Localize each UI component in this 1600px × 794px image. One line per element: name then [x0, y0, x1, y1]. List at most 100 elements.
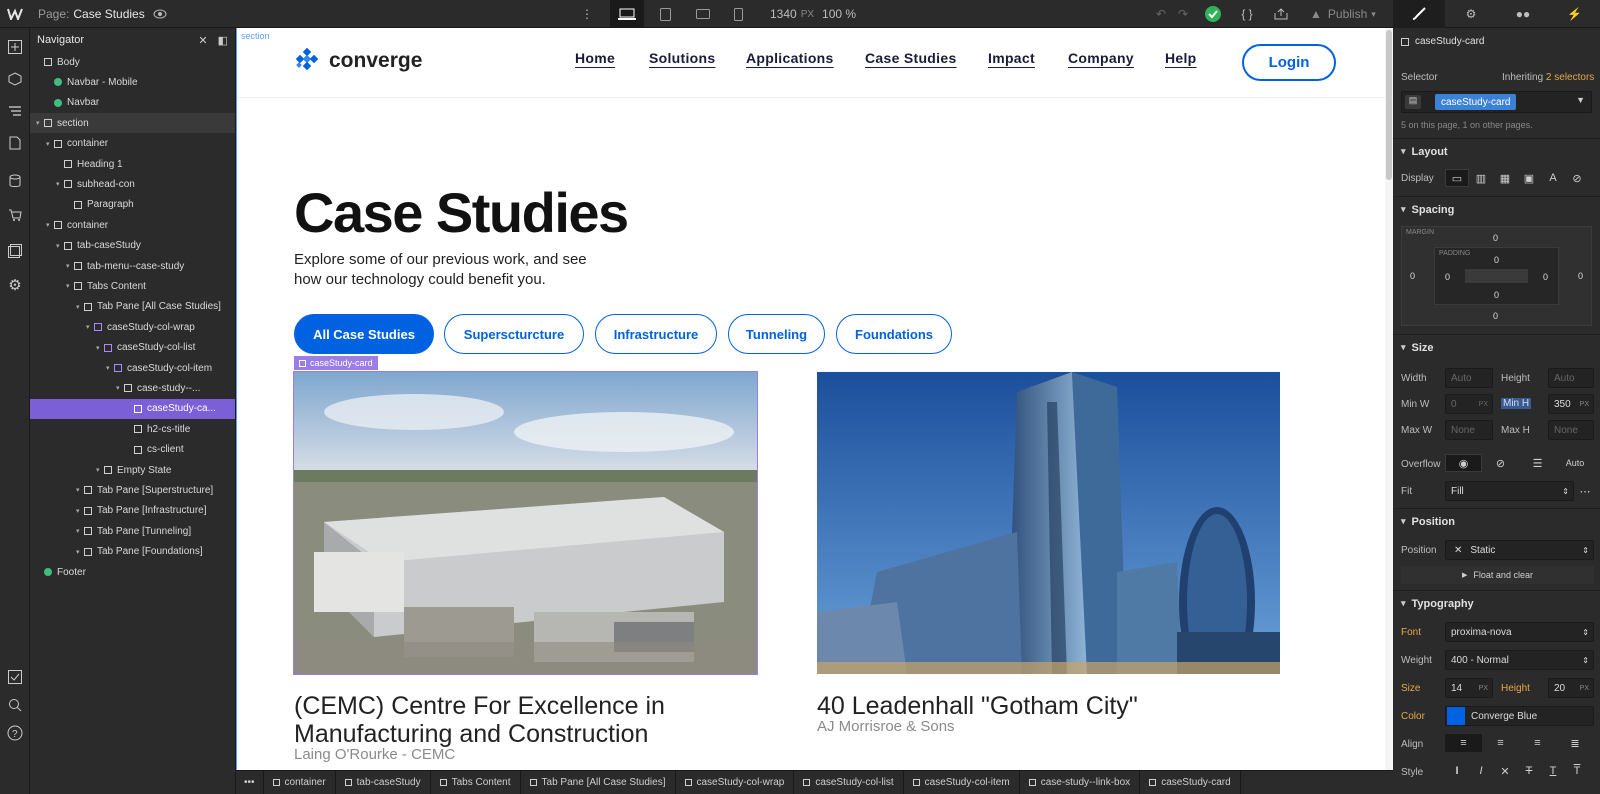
padding-left-value[interactable]: 0	[1445, 272, 1450, 282]
display-inline-icon[interactable]: A	[1541, 169, 1565, 187]
height-field[interactable]: Auto	[1548, 368, 1594, 388]
underline-icon[interactable]: T	[1541, 762, 1565, 780]
expand-arrow-icon[interactable]: ▾	[96, 344, 104, 352]
overline-icon[interactable]: T	[1565, 762, 1589, 780]
card-title-cemc[interactable]: (CEMC) Centre For Excellence in Manufact…	[294, 692, 734, 748]
strikethrough-icon[interactable]: T	[1517, 762, 1541, 780]
color-swatch[interactable]	[1447, 707, 1465, 725]
design-canvas[interactable]: section converge Home Solutions Applicat…	[236, 28, 1393, 770]
overflow-auto-option[interactable]: Auto	[1556, 454, 1594, 472]
navigator-item[interactable]: ▾ tab-menu--case-study	[30, 256, 235, 276]
align-right-icon[interactable]: ≡	[1519, 734, 1556, 752]
navigator-item[interactable]: cs-client	[30, 440, 235, 460]
expand-arrow-icon[interactable]: ▾	[76, 507, 84, 515]
dock-panel-icon[interactable]: ◧	[218, 34, 228, 47]
align-center-icon[interactable]: ≡	[1482, 734, 1519, 752]
inheriting-count[interactable]: 2 selectors	[1546, 72, 1594, 83]
navigator-item[interactable]: ▾ caseStudy-col-item	[30, 358, 235, 378]
padding-box[interactable]: PADDING 0 0 0 0	[1434, 247, 1559, 305]
navigator-item[interactable]: ▾ Tab Pane [Superstructure]	[30, 480, 235, 500]
expand-arrow-icon[interactable]: ▾	[36, 119, 44, 127]
menu-help[interactable]: Help	[1165, 50, 1197, 66]
navigator-icon[interactable]	[0, 98, 30, 124]
menu-applications[interactable]: Applications	[746, 50, 834, 66]
position-section-header[interactable]: Position	[1393, 508, 1600, 534]
code-braces-icon[interactable]: { }	[1236, 0, 1258, 28]
lightning-icon[interactable]: ⚡	[1549, 0, 1600, 28]
menu-home[interactable]: Home	[575, 50, 615, 66]
expand-arrow-icon[interactable]: ▾	[76, 303, 84, 311]
selector-chip[interactable]: caseStudy-card	[1435, 94, 1517, 110]
expand-arrow-icon[interactable]: ▾	[46, 221, 54, 229]
weight-select[interactable]: 400 - Normal ⇕	[1445, 650, 1594, 670]
navigator-item[interactable]: ▾ caseStudy-col-list	[30, 338, 235, 358]
card-title-leadenhall[interactable]: 40 Leadenhall "Gotham City"	[817, 692, 1257, 720]
expand-arrow-icon[interactable]: ▾	[76, 486, 84, 494]
login-button[interactable]: Login	[1242, 44, 1336, 81]
font-size-field[interactable]: 14 PX	[1445, 678, 1493, 698]
breadcrumb-item[interactable]: Tabs Content	[431, 770, 521, 794]
margin-left-value[interactable]: 0	[1410, 271, 1415, 281]
case-study-card-image-leadenhall[interactable]	[817, 372, 1280, 674]
selector-dropdown-icon[interactable]: ▼	[1576, 95, 1585, 105]
breadcrumb-item[interactable]: tab-caseStudy	[336, 770, 431, 794]
expand-arrow-icon[interactable]: ▾	[76, 548, 84, 556]
no-decoration-icon[interactable]: ✕	[1493, 762, 1517, 780]
expand-arrow-icon[interactable]: ▾	[116, 384, 124, 392]
navigator-item[interactable]: Paragraph	[30, 195, 235, 215]
size-section-header[interactable]: Size	[1393, 334, 1600, 360]
breadcrumb-item[interactable]: caseStudy-col-list	[794, 770, 904, 794]
color-field[interactable]: Converge Blue	[1445, 706, 1594, 726]
navigator-item[interactable]: ▾ container	[30, 134, 235, 154]
desktop-breakpoint-icon[interactable]	[610, 0, 644, 28]
margin-bottom-value[interactable]: 0	[1493, 311, 1498, 321]
display-grid-icon[interactable]: ▦	[1493, 169, 1517, 187]
navigator-item[interactable]: ▾ Tab Pane [All Case Studies]	[30, 297, 235, 317]
breadcrumb-item[interactable]: case-study--link-box	[1020, 770, 1141, 794]
settings-gear-icon[interactable]: ⚙	[1445, 0, 1497, 28]
navigator-item[interactable]: ▾ container	[30, 215, 235, 235]
expand-arrow-icon[interactable]: ▾	[66, 282, 74, 290]
navigator-item[interactable]: ▾ Tab Pane [Infrastructure]	[30, 501, 235, 521]
navigator-item[interactable]: caseStudy-ca...	[30, 398, 235, 419]
selector-field[interactable]: ▤ caseStudy-card ▼	[1401, 91, 1592, 113]
spacing-section-header[interactable]: Spacing	[1393, 196, 1600, 222]
navigator-item[interactable]: ▾ Tabs Content	[30, 276, 235, 296]
padding-bottom-value[interactable]: 0	[1494, 290, 1499, 300]
navigator-item[interactable]: ▾ Tab Pane [Tunneling]	[30, 521, 235, 541]
assets-images-icon[interactable]	[0, 238, 30, 264]
navigator-item[interactable]: h2-cs-title	[30, 419, 235, 439]
navigator-item[interactable]: Navbar - Mobile	[30, 72, 235, 92]
navigator-item[interactable]: ▾ section	[30, 113, 235, 134]
fit-select[interactable]: Fill ⇕	[1445, 481, 1574, 501]
breadcrumb-more-icon[interactable]: •••	[236, 770, 264, 794]
webflow-logo-icon[interactable]	[0, 0, 30, 28]
navigator-item[interactable]: Footer	[30, 562, 235, 582]
typography-section-header[interactable]: Typography	[1393, 590, 1600, 616]
mobile-portrait-icon[interactable]	[728, 0, 748, 28]
help-icon[interactable]: ?	[0, 720, 30, 746]
page-selector[interactable]: Page: Case Studies	[38, 0, 145, 28]
symbols-cube-icon[interactable]	[0, 66, 30, 92]
case-study-card-image-cemc[interactable]	[293, 371, 758, 675]
filter-tunneling[interactable]: Tunneling	[728, 314, 825, 354]
navigator-item[interactable]: ▾ Tab Pane [Foundations]	[30, 542, 235, 562]
min-width-field[interactable]: 0 PX	[1445, 394, 1493, 414]
max-width-field[interactable]: None	[1445, 420, 1493, 440]
align-justify-icon[interactable]: ≣	[1556, 734, 1594, 752]
min-height-field[interactable]: 350 PX	[1548, 394, 1594, 414]
overflow-scroll-icon[interactable]: ☰	[1519, 454, 1556, 472]
filter-superstructure[interactable]: Superscturcture	[444, 314, 584, 354]
overflow-hidden-icon[interactable]: ⊘	[1482, 454, 1519, 472]
position-select[interactable]: ✕ Static ⇕	[1445, 540, 1594, 560]
navigator-item[interactable]: ▾ Empty State	[30, 460, 235, 480]
navigator-item[interactable]: ▾ case-study--...	[30, 378, 235, 398]
converge-logo[interactable]: converge	[294, 47, 422, 75]
expand-arrow-icon[interactable]: ▾	[106, 364, 114, 372]
publish-button[interactable]: ▲ Publish ▾	[1310, 0, 1376, 28]
expand-arrow-icon[interactable]: ▾	[46, 140, 54, 148]
breadcrumb-item[interactable]: Tab Pane [All Case Studies]	[521, 770, 676, 794]
expand-arrow-icon[interactable]: ▾	[66, 262, 74, 270]
italic-off-icon[interactable]: I	[1445, 762, 1469, 780]
interactions-drops-icon[interactable]: ●●	[1497, 0, 1549, 28]
